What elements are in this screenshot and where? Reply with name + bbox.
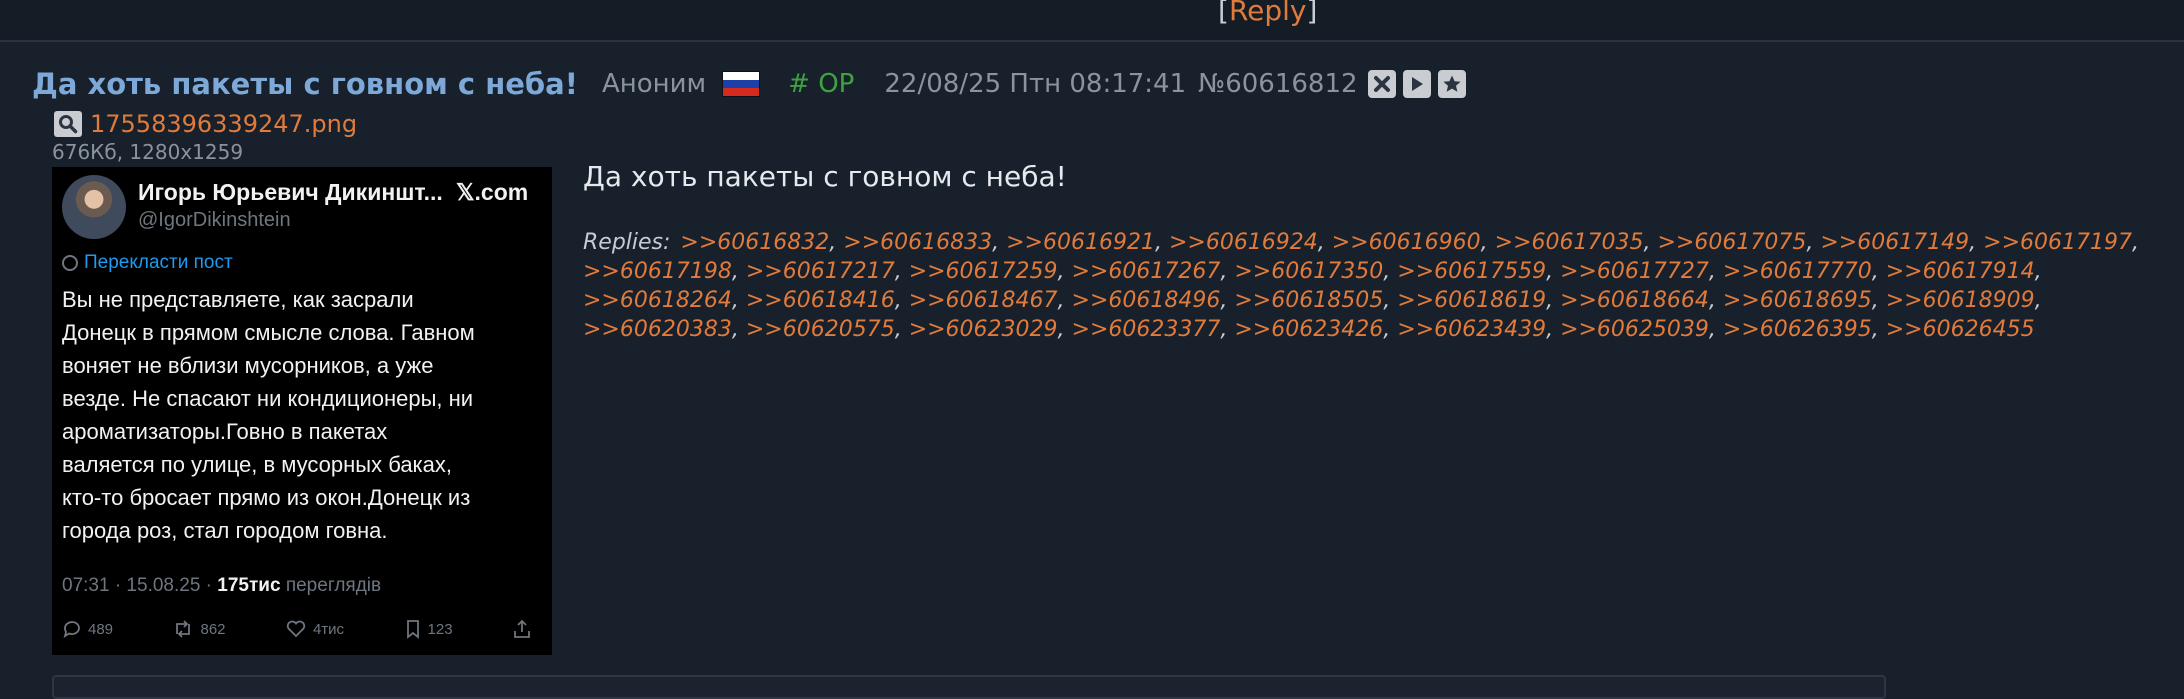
reply-ref-link[interactable]: >>60616924 <box>1169 230 1318 255</box>
tweet-body: Вы не представляете, как засрали Донецк … <box>62 283 552 547</box>
tweet-reposts-count: 862 <box>200 620 226 638</box>
reply-button[interactable]: Reply <box>1229 0 1307 27</box>
tweet-bookmarks-count: 123 <box>427 620 453 638</box>
poster-name: Аноним <box>601 69 707 99</box>
reply-ref-link[interactable]: >>60618909 <box>1886 288 2035 313</box>
share-icon <box>512 619 532 639</box>
bookmark-icon <box>406 620 419 639</box>
tweet-replies: 489 <box>62 619 113 639</box>
post-message: Да хоть пакеты с говном с неба! <box>583 160 1067 193</box>
close-icon[interactable] <box>1367 70 1396 98</box>
bracket-open: [ <box>1218 0 1229 27</box>
image-thumbnail[interactable]: Игорь Юрьевич Дикиншт... 𝕏.com @IgorDiki… <box>52 167 552 655</box>
reply-ref-link[interactable]: >>60617770 <box>1723 259 1872 284</box>
tweet-replies-count: 489 <box>88 620 114 638</box>
replies-list: Replies: >>60616832, >>60616833, >>606169… <box>583 228 2163 344</box>
reply-ref-link[interactable]: >>60616960 <box>1332 230 1481 255</box>
reply-ref-link[interactable]: >>60618496 <box>1072 288 1221 313</box>
reply-ref-link[interactable]: >>60617727 <box>1560 259 1709 284</box>
play-icon[interactable] <box>1402 70 1431 98</box>
tweet-line: везде. Не спасают ни кондиционеры, ни <box>62 386 474 411</box>
file-meta: 676Кб, 1280x1259 <box>52 140 244 164</box>
tweet-line: валяется по улице, в мусорных баках, <box>62 452 453 477</box>
reply-ref-link[interactable]: >>60626455 <box>1886 317 2035 342</box>
x-logo: 𝕏.com <box>456 179 529 205</box>
comment-icon <box>63 621 80 638</box>
post-subject: Да хоть пакеты с говном с неба! <box>32 67 578 101</box>
reply-link-container: [Reply] <box>1218 0 1317 27</box>
reply-ref-link[interactable]: >>60616832 <box>680 230 829 255</box>
tweet-bookmarks: 123 <box>404 619 453 639</box>
reply-ref-link[interactable]: >>60617075 <box>1657 230 1806 255</box>
reply-ref-link[interactable]: >>60617217 <box>746 259 895 284</box>
tweet-line: воняет не вблизи мусорников, а уже <box>62 353 434 378</box>
reply-ref-link[interactable]: >>60616921 <box>1006 230 1155 255</box>
reply-ref-link[interactable]: >>60617197 <box>1983 230 2132 255</box>
file-info: 17558396339247.png <box>54 110 357 138</box>
post-header: Да хоть пакеты с говном с неба! Аноним #… <box>32 62 1473 106</box>
reply-ref-link[interactable]: >>60620383 <box>583 317 732 342</box>
heart-icon <box>286 620 306 638</box>
reply-ref-link[interactable]: >>60623439 <box>1397 317 1546 342</box>
search-icon[interactable] <box>54 111 82 137</box>
tweet-line: кто-то бросает прямо из окон.Донецк из <box>62 485 471 510</box>
tweet-line: Вы не представляете, как засрали <box>62 287 414 312</box>
reply-ref-link[interactable]: >>60618467 <box>909 288 1058 313</box>
reply-ref-link[interactable]: >>60623377 <box>1072 317 1221 342</box>
reply-ref-link[interactable]: >>60626395 <box>1723 317 1872 342</box>
tweet-likes-count: 4тис <box>312 620 345 638</box>
tweet-translate: Перекласти пост <box>84 252 233 273</box>
tweet-reposts: 862 <box>172 619 226 639</box>
post-datetime: 22/08/25 Птн 08:17:41 <box>884 69 1187 99</box>
next-post-box <box>52 675 1886 699</box>
op-badge: # OP <box>788 69 855 99</box>
tweet-actions: 489 862 4тис 123 <box>62 619 532 639</box>
reply-ref-link[interactable]: >>60618695 <box>1723 288 1872 313</box>
reply-ref-link[interactable]: >>60618619 <box>1397 288 1546 313</box>
reply-ref-link[interactable]: >>60617259 <box>909 259 1058 284</box>
reply-ref-link[interactable]: >>60617350 <box>1234 259 1383 284</box>
file-name-link[interactable]: 17558396339247.png <box>90 110 357 138</box>
reply-ref-link[interactable]: >>60620575 <box>746 317 895 342</box>
bracket-close: ] <box>1306 0 1318 27</box>
reply-ref-link[interactable]: >>60617198 <box>583 259 732 284</box>
replies-label: Replies: <box>583 230 671 255</box>
reply-ref-link[interactable]: >>60618664 <box>1560 288 1709 313</box>
tweet-line: Донецк в прямом смысле слова. Гавном <box>62 320 475 345</box>
tweet-handle: @IgorDikinshtein <box>138 209 291 231</box>
tweet-views-count: 175тис <box>217 575 281 596</box>
reply-ref-link[interactable]: >>60617035 <box>1495 230 1644 255</box>
reply-ref-link[interactable]: >>60623029 <box>909 317 1058 342</box>
avatar <box>62 175 126 239</box>
repost-icon <box>176 620 191 638</box>
reply-ref-link[interactable]: >>60617149 <box>1820 230 1969 255</box>
tweet-author: Игорь Юрьевич Дикиншт... <box>138 179 443 205</box>
reply-ref-link[interactable]: >>60618264 <box>583 288 732 313</box>
reply-refs: >>60616832, >>60616833, >>60616921, >>60… <box>583 230 2140 342</box>
translate-icon <box>62 255 78 271</box>
star-icon[interactable] <box>1437 70 1466 98</box>
reply-ref-link[interactable]: >>60625039 <box>1560 317 1709 342</box>
tweet-line: города роз, стал городом говна. <box>62 518 388 543</box>
tweet-line: ароматизаторы.Говно в пакетах <box>62 419 388 444</box>
reply-ref-link[interactable]: >>60617267 <box>1072 259 1221 284</box>
tweet-views-label: переглядів <box>280 575 382 596</box>
reply-ref-link[interactable]: >>60617914 <box>1886 259 2035 284</box>
tweet-time: 07:31 · 15.08.25 · <box>62 575 218 596</box>
flag-russia-icon <box>722 71 761 97</box>
reply-ref-link[interactable]: >>60616833 <box>843 230 992 255</box>
reply-ref-link[interactable]: >>60617559 <box>1397 259 1546 284</box>
top-bar: [Reply] <box>0 0 2184 42</box>
reply-ref-link[interactable]: >>60618505 <box>1234 288 1383 313</box>
tweet-meta: 07:31 · 15.08.25 · 175тис переглядів <box>62 575 381 597</box>
post-number[interactable]: №60616812 <box>1198 69 1357 99</box>
reply-ref-link[interactable]: >>60623426 <box>1234 317 1383 342</box>
reply-ref-link[interactable]: >>60618416 <box>746 288 895 313</box>
tweet-likes: 4тис <box>285 619 344 639</box>
